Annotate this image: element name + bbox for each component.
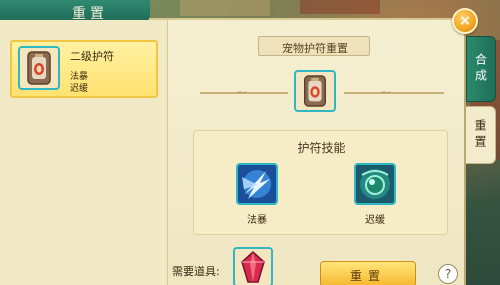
amulet-skill: 迟缓 — [70, 84, 89, 94]
slow-orb-icon[interactable] — [354, 163, 396, 205]
list-item-amulet[interactable]: 二级护符 法暴 迟缓 — [10, 40, 158, 98]
background-roof — [300, 0, 380, 14]
required-item-label: 需要道具: — [172, 265, 220, 278]
red-crystal-icon — [241, 250, 265, 283]
selected-amulet-slot[interactable] — [294, 70, 336, 112]
amulet-list: 二级护符 法暴 迟缓 — [0, 20, 168, 285]
tab-reset[interactable]: 重置 — [466, 106, 496, 164]
lightning-burst-icon[interactable] — [236, 163, 278, 205]
help-button[interactable]: ? — [438, 264, 458, 284]
close-button[interactable]: × — [452, 8, 478, 34]
amulet-icon — [303, 75, 327, 107]
amulet-icon — [18, 46, 60, 90]
amulet-name: 二级护符 — [70, 50, 114, 63]
skill-label: 法暴 — [247, 215, 267, 226]
reset-title-banner: 宠物护符重置 — [258, 36, 370, 56]
decorative-swirl-icon: ~ — [236, 85, 248, 101]
reset-button[interactable]: 重置 — [320, 261, 416, 285]
background-roof — [180, 0, 270, 16]
decorative-line — [344, 92, 444, 94]
reset-title: 宠物护符重置 — [282, 42, 348, 55]
close-icon: × — [459, 13, 471, 29]
decorative-swirl-icon: ~ — [380, 85, 392, 101]
skills-heading: 护符技能 — [297, 141, 346, 155]
required-item-slot[interactable] — [233, 247, 273, 285]
tab-combine[interactable]: 合成 — [466, 36, 496, 102]
skill-panel: 护符技能 法暴 迟缓 — [193, 130, 448, 235]
skill-label: 迟缓 — [365, 215, 385, 226]
